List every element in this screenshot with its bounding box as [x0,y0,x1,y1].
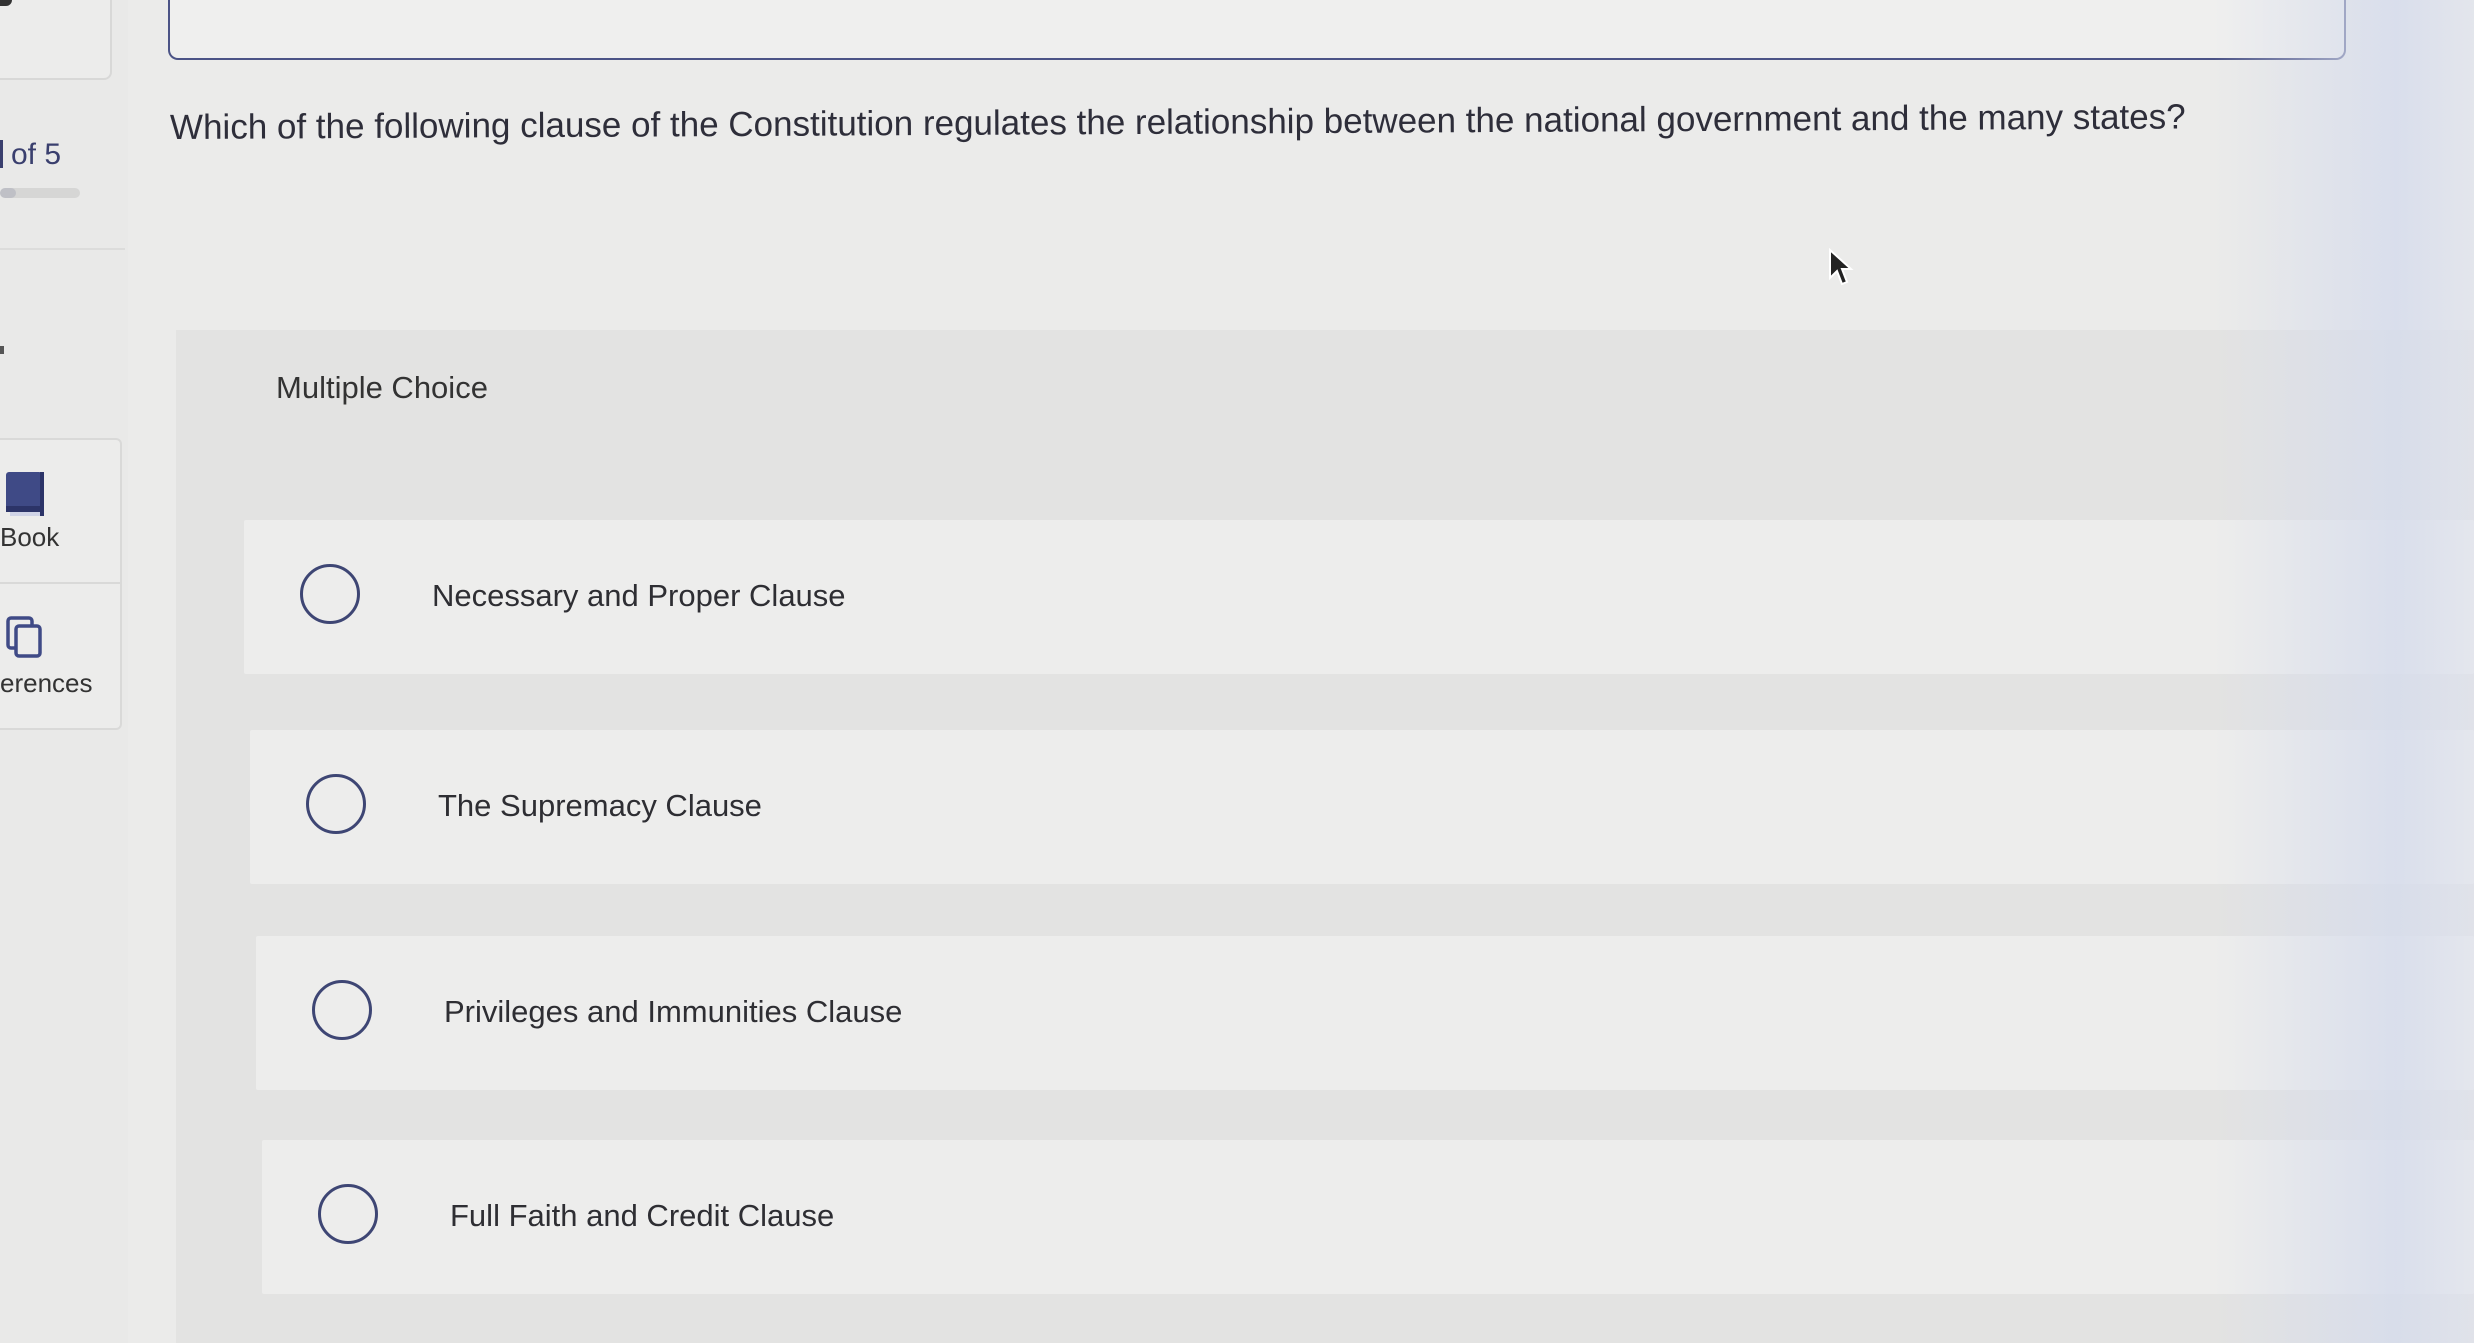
top-input-box[interactable] [168,0,2346,60]
question-text: Which of the following clause of the Con… [169,97,2186,147]
sidebar-indicator [0,346,4,354]
answer-choice-label: Full Faith and Credit Clause [450,1198,835,1233]
sidebar-top-icon [0,0,12,6]
answer-choice[interactable]: Privileges and Immunities Clause [256,936,2474,1090]
answer-choice[interactable]: Full Faith and Credit Clause [262,1140,2474,1294]
sidebar-item-references-label: erences [0,668,93,698]
mouse-cursor-icon [1829,248,1854,286]
radio-button[interactable] [312,980,372,1040]
sidebar-divider [0,248,125,250]
references-icon [4,614,48,664]
sidebar-tools: Book erences [0,438,122,730]
question-progress-bar [0,188,80,198]
left-sidebar: of 5 Book erences [0,0,128,1343]
radio-button[interactable] [306,774,366,834]
radio-button[interactable] [318,1184,378,1244]
question-progress-text: of 5 [0,138,61,172]
question-progress-fill [0,188,16,198]
sidebar-top-button[interactable] [0,0,112,80]
answer-choice-label: Necessary and Proper Clause [432,578,846,613]
sidebar-item-book[interactable]: Book [0,440,120,584]
book-icon [4,470,48,520]
answer-panel: Multiple Choice Necessary and Proper Cla… [176,330,2474,1343]
answer-choice-label: The Supremacy Clause [438,788,762,823]
radio-button[interactable] [300,564,360,624]
question-type-label: Multiple Choice [276,370,488,405]
sidebar-item-book-label: Book [0,522,60,552]
answer-choice[interactable]: Necessary and Proper Clause [244,520,2474,674]
answer-choice-label: Privileges and Immunities Clause [444,994,903,1029]
sidebar-item-references[interactable]: erences [0,584,120,726]
answer-choice[interactable]: The Supremacy Clause [250,730,2474,884]
